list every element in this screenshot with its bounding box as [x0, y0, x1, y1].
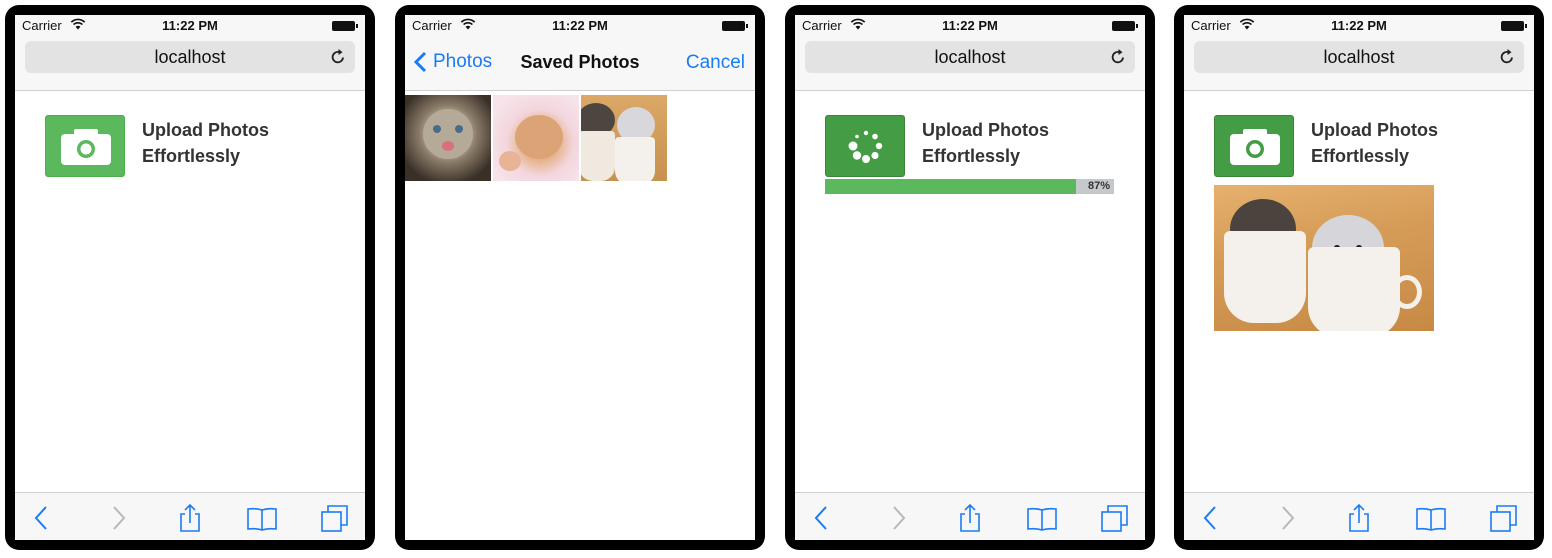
- upload-progress-bar: 87%: [825, 179, 1114, 194]
- status-bar: Carrier 11:22 PM: [1184, 15, 1534, 35]
- camera-icon: [1230, 129, 1280, 165]
- safari-toolbar: [1184, 492, 1534, 540]
- clock: 11:22 PM: [1331, 18, 1387, 33]
- upload-title: Upload Photos Effortlessly: [1311, 117, 1511, 169]
- photo-thumbnail-tabby-kitten[interactable]: [405, 95, 491, 181]
- uploaded-photo-preview: [1214, 185, 1434, 331]
- status-bar: Carrier 11:22 PM: [795, 15, 1145, 35]
- upload-photos-button[interactable]: [1214, 115, 1294, 177]
- url-text: localhost: [1323, 47, 1395, 67]
- share-icon[interactable]: [955, 503, 985, 533]
- bookmarks-icon[interactable]: [1416, 503, 1446, 533]
- title-line-1: Upload Photos: [142, 120, 269, 140]
- back-chevron-icon[interactable]: [27, 503, 57, 533]
- safari-address-area: Carrier 11:22 PM localhost: [795, 15, 1145, 91]
- clock: 11:22 PM: [162, 18, 218, 33]
- title-line-2: Effortlessly: [922, 146, 1021, 166]
- title-line-1: Upload Photos: [1311, 120, 1438, 140]
- photo-grid: [405, 95, 667, 181]
- safari-address-area: Carrier 11:22 PM localhost: [15, 15, 365, 91]
- camera-icon: [61, 129, 111, 165]
- screen: Carrier 11:22 PM localhost Upload Photos…: [795, 15, 1145, 540]
- bookmarks-icon[interactable]: [247, 503, 277, 533]
- bookmarks-icon[interactable]: [1027, 503, 1057, 533]
- tabs-icon[interactable]: [1100, 503, 1130, 533]
- phone-frame-uploading: Carrier 11:22 PM localhost Upload Photos…: [785, 5, 1155, 550]
- photo-picker-navbar: Carrier 11:22 PM Photos Saved Photos Can…: [405, 15, 755, 91]
- spinner-icon: [848, 130, 883, 163]
- battery-icon: [1501, 21, 1527, 31]
- share-icon[interactable]: [1344, 503, 1374, 533]
- phone-frame-initial: Carrier 11:22 PM localhost Upload Photos…: [5, 5, 375, 550]
- title-line-2: Effortlessly: [1311, 146, 1410, 166]
- status-bar: Carrier 11:22 PM: [405, 15, 755, 35]
- tabs-icon[interactable]: [320, 503, 350, 533]
- safari-toolbar: [15, 492, 365, 540]
- status-bar: Carrier 11:22 PM: [15, 15, 365, 35]
- battery-icon: [1112, 21, 1138, 31]
- battery-icon: [722, 21, 748, 31]
- back-chevron-icon[interactable]: [1196, 503, 1226, 533]
- tabs-icon[interactable]: [1489, 503, 1519, 533]
- upload-photos-button[interactable]: [45, 115, 125, 177]
- forward-chevron-icon[interactable]: [883, 503, 913, 533]
- progress-fill: [825, 179, 1077, 194]
- reload-icon[interactable]: [1498, 48, 1516, 66]
- screen: Carrier 11:22 PM localhost Upload Photos…: [15, 15, 365, 540]
- safari-toolbar: [795, 492, 1145, 540]
- upload-title: Upload Photos Effortlessly: [922, 117, 1122, 169]
- photo-thumbnail-kittens-in-cups[interactable]: [581, 95, 667, 181]
- cancel-button[interactable]: Cancel: [686, 52, 745, 74]
- address-bar[interactable]: localhost: [1194, 41, 1524, 73]
- phone-frame-picker: Carrier 11:22 PM Photos Saved Photos Can…: [395, 5, 765, 550]
- url-text: localhost: [154, 47, 226, 67]
- safari-address-area: Carrier 11:22 PM localhost: [1184, 15, 1534, 91]
- upload-photos-button[interactable]: [825, 115, 905, 177]
- battery-icon: [332, 21, 358, 31]
- reload-icon[interactable]: [1109, 48, 1127, 66]
- screen: Carrier 11:22 PM localhost Upload Photos…: [1184, 15, 1534, 540]
- address-bar[interactable]: localhost: [805, 41, 1135, 73]
- reload-icon[interactable]: [329, 48, 347, 66]
- photo-thumbnail-sleeping-kitten[interactable]: [493, 95, 579, 181]
- title-line-1: Upload Photos: [922, 120, 1049, 140]
- share-icon[interactable]: [175, 503, 205, 533]
- phone-frame-done: Carrier 11:22 PM localhost Upload Photos…: [1174, 5, 1544, 550]
- back-chevron-icon[interactable]: [807, 503, 837, 533]
- title-line-2: Effortlessly: [142, 146, 241, 166]
- clock: 11:22 PM: [942, 18, 998, 33]
- forward-chevron-icon[interactable]: [103, 503, 133, 533]
- screen: Carrier 11:22 PM Photos Saved Photos Can…: [405, 15, 755, 540]
- url-text: localhost: [934, 47, 1006, 67]
- upload-title: Upload Photos Effortlessly: [142, 117, 342, 169]
- clock: 11:22 PM: [552, 18, 608, 33]
- forward-chevron-icon[interactable]: [1272, 503, 1302, 533]
- progress-percent-label: 87%: [1087, 180, 1110, 192]
- address-bar[interactable]: localhost: [25, 41, 355, 73]
